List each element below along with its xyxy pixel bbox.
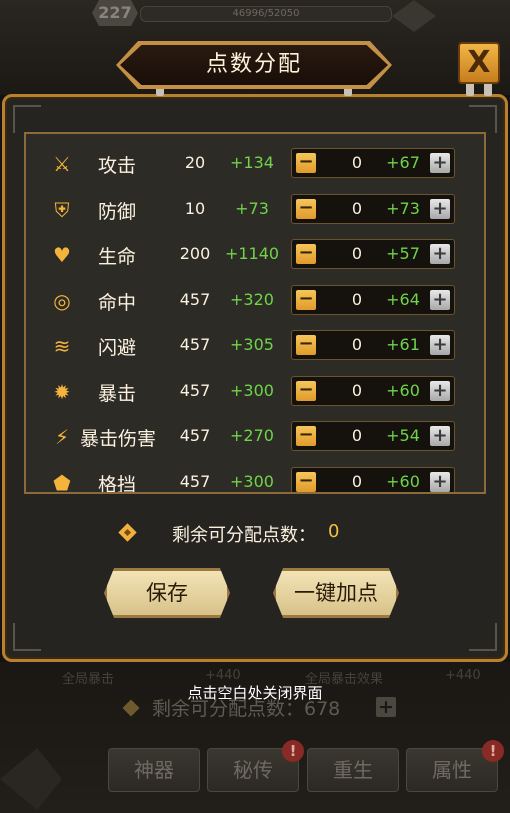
remaining-points-value: 0 xyxy=(328,521,340,542)
minus-button[interactable]: − xyxy=(296,381,316,401)
corner-ornament xyxy=(13,105,41,133)
stat-name: 攻击 xyxy=(98,155,137,177)
stat-row-critical: ✹ 暴击 457 +300 − 0 +60 + xyxy=(26,370,484,416)
allocation-stepper: − 0 +73 + xyxy=(291,194,455,224)
stat-gain: +73 xyxy=(386,199,420,218)
stat-gain: +61 xyxy=(386,335,420,354)
allocated-points: 0 xyxy=(351,153,363,172)
stat-gain: +60 xyxy=(386,472,420,491)
minus-button[interactable]: − xyxy=(296,244,316,264)
experience-bar: 46996/52050 xyxy=(140,6,392,22)
stat-row-crit-damage: ⚡ 暴击伤害 457 +270 − 0 +54 + xyxy=(26,415,484,461)
minus-button[interactable]: − xyxy=(296,335,316,355)
allocation-stepper: − 0 +67 + xyxy=(291,148,455,178)
close-hint[interactable]: 点击空白处关闭界面 xyxy=(0,682,510,703)
stat-bonus: +134 xyxy=(230,153,274,172)
minus-button[interactable]: − xyxy=(296,426,316,446)
save-button[interactable]: 保存 xyxy=(104,568,230,618)
plus-button[interactable]: + xyxy=(430,472,450,492)
allocated-points: 0 xyxy=(351,290,363,309)
tab-secret-alert-badge: ! xyxy=(282,740,304,762)
stat-gain: +64 xyxy=(386,290,420,309)
stat-gain: +57 xyxy=(386,244,420,263)
minus-button[interactable]: − xyxy=(296,472,316,492)
stat-row-attack: ⚔ 攻击 20 +134 − 0 +67 + xyxy=(26,142,484,188)
sword-icon: ⚔ xyxy=(53,152,71,176)
stat-name: 格挡 xyxy=(98,474,137,494)
tab-rebirth[interactable]: 重生 xyxy=(307,748,399,792)
tab-attributes-alert-badge: ! xyxy=(482,740,504,762)
plus-button[interactable]: + xyxy=(430,426,450,446)
stat-name: 暴击 xyxy=(98,383,137,405)
stat-row-health: ♥ 生命 200 +1140 − 0 +57 + xyxy=(26,233,484,279)
diamond-icon xyxy=(118,523,137,542)
block-icon: ⬟ xyxy=(53,471,71,494)
stat-row-block: ⬟ 格挡 457 +300 − 0 +60 + xyxy=(26,461,484,494)
close-peg xyxy=(466,82,474,96)
stat-gain: +54 xyxy=(386,426,420,445)
bg-stat-value-left: +440 xyxy=(205,668,241,683)
plus-button[interactable]: + xyxy=(430,290,450,310)
crit-icon: ✹ xyxy=(53,380,71,404)
allocated-points: 0 xyxy=(351,381,363,400)
close-button[interactable]: X xyxy=(458,42,500,84)
stat-bonus: +73 xyxy=(235,199,269,218)
stat-list[interactable]: ⚔ 攻击 20 +134 − 0 +67 + ⛨ 防御 10 +73 − 0 +… xyxy=(24,132,486,494)
remaining-points: 剩余可分配点数： 0 xyxy=(0,518,510,548)
stat-gain: +67 xyxy=(386,153,420,172)
stat-bonus: +300 xyxy=(230,381,274,400)
allocated-points: 0 xyxy=(351,244,363,263)
remaining-points-label: 剩余可分配点数： xyxy=(172,525,316,546)
crit-damage-icon: ⚡ xyxy=(54,425,70,449)
dialog-title: 点数分配 xyxy=(205,52,302,77)
stat-bonus: +320 xyxy=(230,290,274,309)
minus-button[interactable]: − xyxy=(296,199,316,219)
stat-name: 命中 xyxy=(98,292,137,314)
stat-name: 生命 xyxy=(98,246,137,268)
stat-bonus: +300 xyxy=(230,472,274,491)
bg-stat-value-right: +440 xyxy=(445,668,481,683)
stat-name: 闪避 xyxy=(98,337,137,359)
minus-button[interactable]: − xyxy=(296,290,316,310)
auto-allocate-button[interactable]: 一键加点 xyxy=(273,568,399,618)
corner-ornament xyxy=(469,623,497,651)
plus-button[interactable]: + xyxy=(430,335,450,355)
corner-ornament xyxy=(13,623,41,651)
plus-button[interactable]: + xyxy=(430,199,450,219)
allocated-points: 0 xyxy=(351,426,363,445)
close-icon: X xyxy=(467,45,491,80)
allocation-stepper: − 0 +54 + xyxy=(291,421,455,451)
minus-button[interactable]: − xyxy=(296,153,316,173)
stat-row-defense: ⛨ 防御 10 +73 − 0 +73 + xyxy=(26,188,484,234)
allocation-stepper: − 0 +61 + xyxy=(291,330,455,360)
stat-row-accuracy: ◎ 命中 457 +320 − 0 +64 + xyxy=(26,279,484,325)
heart-icon: ♥ xyxy=(53,243,71,267)
stat-bonus: +1140 xyxy=(224,244,280,263)
allocated-points: 0 xyxy=(351,335,363,354)
plus-button[interactable]: + xyxy=(430,244,450,264)
target-icon: ◎ xyxy=(53,289,71,313)
plus-button[interactable]: + xyxy=(430,153,450,173)
stat-name: 防御 xyxy=(98,201,137,223)
plus-button[interactable]: + xyxy=(430,381,450,401)
stat-name: 暴击伤害 xyxy=(80,428,157,450)
tab-artifact[interactable]: 神器 xyxy=(108,748,200,792)
stat-gain: +60 xyxy=(386,381,420,400)
close-peg xyxy=(484,82,492,96)
allocated-points: 0 xyxy=(351,472,363,491)
stat-bonus: +270 xyxy=(230,426,274,445)
stat-row-dodge: ≋ 闪避 457 +305 − 0 +61 + xyxy=(26,324,484,370)
player-level-badge: 227 xyxy=(92,0,138,26)
stat-bonus: +305 xyxy=(230,335,274,354)
shield-icon: ⛨ xyxy=(54,198,70,222)
allocation-stepper: − 0 +57 + xyxy=(291,239,455,269)
corner-ornament xyxy=(469,105,497,133)
allocated-points: 0 xyxy=(351,199,363,218)
experience-text: 46996/52050 xyxy=(232,8,300,19)
dodge-icon: ≋ xyxy=(53,334,71,358)
allocation-stepper: − 0 +60 + xyxy=(291,376,455,406)
allocation-stepper: − 0 +60 + xyxy=(291,467,455,492)
allocation-stepper: − 0 +64 + xyxy=(291,285,455,315)
